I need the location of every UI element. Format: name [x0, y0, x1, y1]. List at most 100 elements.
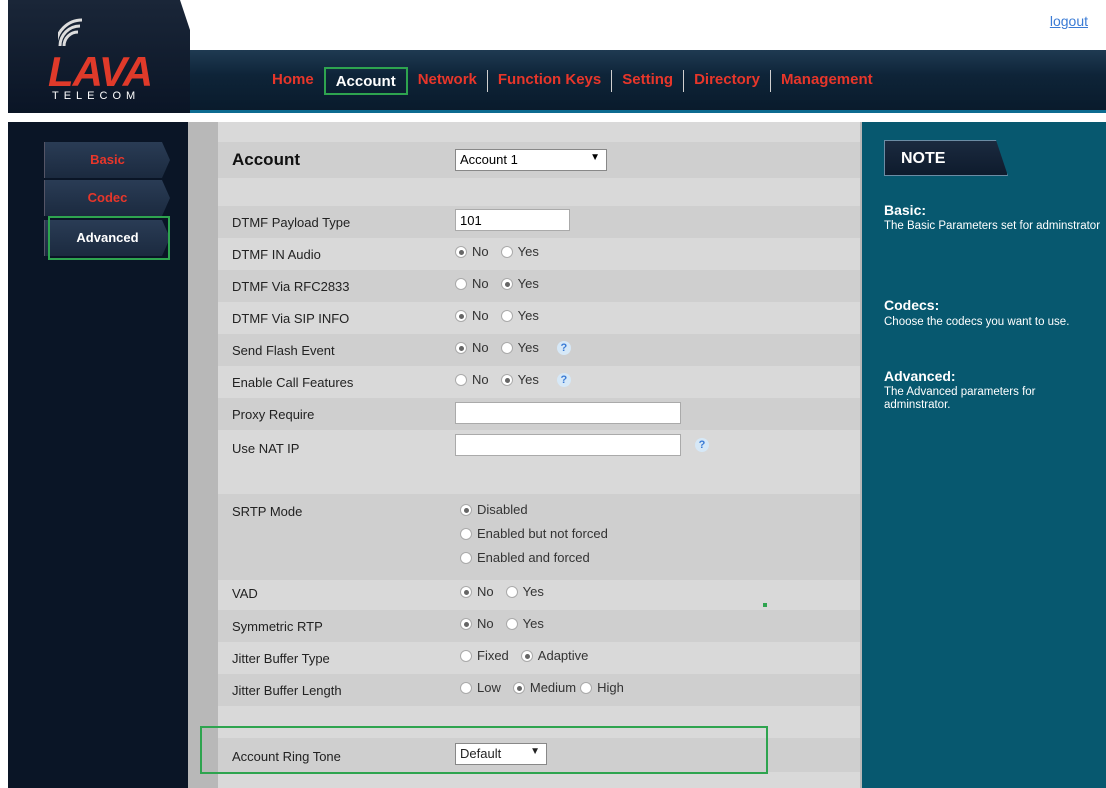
send-flash-event-yes-radio[interactable]: Yes: [500, 340, 539, 355]
radio-label: Adaptive: [537, 648, 589, 663]
logout-link[interactable]: logout: [1050, 13, 1088, 29]
radio-label: Yes: [517, 244, 539, 259]
jitter-medium-radio[interactable]: Medium: [512, 680, 577, 695]
radio-label: Disabled: [477, 502, 528, 517]
radio-label: Low: [477, 680, 501, 695]
row-send-flash-event: Send Flash Event No Yes ?: [218, 334, 860, 366]
radio-icon: [500, 373, 513, 386]
radio-icon: [460, 681, 472, 694]
radio-label: No: [472, 244, 489, 259]
note-text-basic: The Basic Parameters set for adminstrato…: [884, 220, 1101, 232]
radio-icon: [505, 617, 518, 630]
radio-label: No: [472, 308, 489, 323]
call-features-no-radio[interactable]: No: [455, 372, 489, 387]
nav-setting[interactable]: Setting: [612, 67, 683, 95]
send-flash-event-no-radio[interactable]: No: [455, 340, 489, 355]
srtp-disabled-radio[interactable]: Disabled: [460, 502, 608, 517]
radio-label: Yes: [522, 584, 544, 599]
srtp-enabled-forced-radio[interactable]: Enabled and forced: [460, 550, 608, 565]
jitter-adaptive-radio[interactable]: Adaptive: [520, 648, 589, 663]
note-tab: NOTE: [884, 140, 1008, 176]
nav-network[interactable]: Network: [408, 67, 487, 95]
nav-management[interactable]: Management: [771, 67, 883, 95]
note-text-codecs: Choose the codecs you want to use.: [884, 316, 1070, 328]
use-nat-ip-input[interactable]: [455, 434, 681, 456]
note-heading-basic: Basic:: [884, 202, 927, 218]
dtmf-in-audio-no-radio[interactable]: No: [455, 244, 489, 259]
nav-directory[interactable]: Directory: [684, 67, 770, 95]
srtp-enabled-not-forced-radio[interactable]: Enabled but not forced: [460, 526, 608, 541]
active-item-highlight: [48, 216, 170, 260]
nav-account[interactable]: Account: [323, 67, 408, 95]
field-label: Enable Call Features: [232, 375, 354, 390]
field-label: Proxy Require: [232, 407, 315, 422]
dtmf-rfc2833-no-radio[interactable]: No: [455, 276, 489, 291]
field-label: DTMF IN Audio: [232, 247, 321, 262]
sidebar-item-basic[interactable]: Basic: [44, 142, 170, 178]
chevron-down-icon: ▼: [590, 152, 600, 163]
vad-no-radio[interactable]: No: [460, 584, 494, 599]
note-heading-advanced: Advanced:: [884, 368, 956, 384]
radio-label: Yes: [517, 340, 539, 355]
help-icon[interactable]: ?: [695, 438, 709, 452]
field-label: Jitter Buffer Type: [232, 651, 330, 666]
row-proxy-require: Proxy Require: [218, 398, 860, 430]
field-label: Send Flash Event: [232, 343, 335, 358]
symmetric-rtp-no-radio[interactable]: No: [460, 616, 494, 631]
jitter-fixed-radio[interactable]: Fixed: [460, 648, 509, 663]
row-srtp-mode: SRTP Mode Disabled Enabled but not force…: [218, 494, 860, 580]
row-jitter-buffer-type: Jitter Buffer Type Fixed Adaptive: [218, 642, 860, 674]
help-icon[interactable]: ?: [556, 340, 571, 355]
radio-icon: [460, 649, 472, 662]
radio-label: Enabled but not forced: [477, 526, 608, 541]
radio-icon: [500, 277, 513, 290]
radio-label: Fixed: [477, 648, 509, 663]
account-header: Account Account 1 ▼: [218, 142, 860, 178]
radio-label: Yes: [517, 276, 539, 291]
symmetric-rtp-yes-radio[interactable]: Yes: [505, 616, 544, 631]
radio-icon: [460, 527, 472, 540]
logo: LAVA TELECOM: [8, 0, 190, 113]
radio-label: No: [477, 616, 494, 631]
radio-icon: [460, 617, 472, 630]
dtmf-sip-info-no-radio[interactable]: No: [455, 308, 489, 323]
field-label: SRTP Mode: [232, 504, 303, 519]
proxy-require-input[interactable]: [455, 402, 681, 424]
help-icon[interactable]: ?: [556, 372, 571, 387]
radio-label: No: [477, 584, 494, 599]
nav-home[interactable]: Home: [262, 67, 324, 95]
dtmf-rfc2833-yes-radio[interactable]: Yes: [500, 276, 539, 291]
nav-function-keys[interactable]: Function Keys: [488, 67, 611, 95]
jitter-low-radio[interactable]: Low: [460, 680, 501, 695]
radio-label: High: [597, 680, 624, 695]
radio-label: No: [472, 276, 489, 291]
field-label: Jitter Buffer Length: [232, 683, 342, 698]
row-dtmf-payload-type: DTMF Payload Type: [218, 206, 860, 238]
radio-icon: [460, 585, 472, 598]
dtmf-payload-type-input[interactable]: [455, 209, 570, 231]
radio-label: No: [472, 340, 489, 355]
radio-icon: [500, 245, 513, 258]
dtmf-sip-info-yes-radio[interactable]: Yes: [500, 308, 539, 323]
radio-icon: [500, 309, 513, 322]
field-label: Symmetric RTP: [232, 619, 323, 634]
radio-icon: [512, 681, 525, 694]
call-features-yes-radio[interactable]: Yes: [500, 372, 539, 387]
row-enable-call-features: Enable Call Features No Yes ?: [218, 366, 860, 398]
row-jitter-buffer-length: Jitter Buffer Length Low Medium High: [218, 674, 860, 706]
row-use-nat-ip: Use NAT IP ?: [218, 432, 860, 462]
vad-yes-radio[interactable]: Yes: [505, 584, 544, 599]
radio-icon: [455, 341, 467, 354]
radio-icon: [580, 681, 593, 694]
nav-divider: [190, 110, 1106, 113]
dtmf-in-audio-yes-radio[interactable]: Yes: [500, 244, 539, 259]
radio-icon: [460, 551, 472, 564]
radio-icon: [500, 341, 513, 354]
account-select[interactable]: Account 1 ▼: [455, 149, 607, 171]
radio-icon: [455, 309, 467, 322]
sidebar-item-codec[interactable]: Codec: [44, 180, 170, 216]
radio-label: Medium: [529, 680, 577, 695]
jitter-high-radio[interactable]: High: [580, 680, 624, 695]
marker-dot: [763, 603, 767, 607]
radio-icon: [455, 245, 467, 258]
